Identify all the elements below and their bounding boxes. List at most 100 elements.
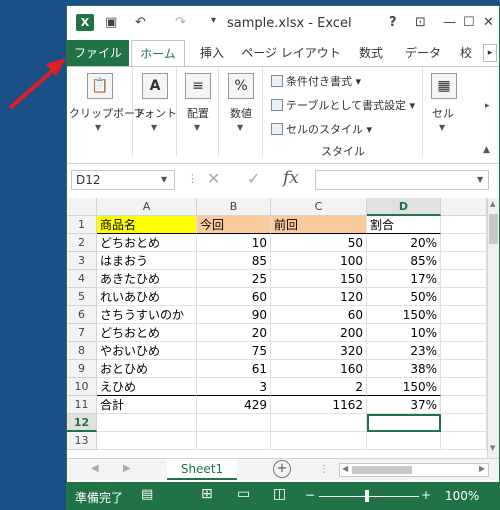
cells-group[interactable]: ▦ セル ▼ (423, 67, 463, 157)
cell[interactable] (197, 414, 271, 432)
redo-icon[interactable]: ↷ (175, 15, 186, 30)
font-group[interactable]: A フォント ▼ (133, 67, 177, 157)
format-as-table-button[interactable]: テーブルとして書式設定 ▾ (271, 97, 415, 113)
tab-insert[interactable]: 挿入 (191, 40, 233, 66)
zoom-out-button[interactable]: − (305, 488, 315, 502)
row-header[interactable]: 13 (67, 432, 97, 450)
h-scroll-thumb[interactable] (352, 466, 412, 474)
column-header[interactable]: A (97, 198, 197, 216)
scroll-thumb[interactable] (489, 214, 498, 244)
add-sheet-icon[interactable]: + (273, 460, 291, 478)
cell[interactable]: 160 (271, 360, 367, 378)
cell[interactable] (367, 432, 441, 450)
cell[interactable]: 85 (197, 252, 271, 270)
clipboard-group[interactable]: 📋 クリップボード ▼ (67, 67, 146, 157)
row-header[interactable]: 3 (67, 252, 97, 270)
ribbon-scroll-right-icon[interactable]: ▸ (485, 101, 490, 111)
column-header[interactable]: C (271, 198, 367, 216)
scroll-up-icon[interactable]: ▲ (490, 200, 495, 208)
zoom-in-button[interactable]: + (421, 488, 431, 502)
sheet-bar-split-icon[interactable]: ⋮ (319, 464, 329, 475)
conditional-format-button[interactable]: 条件付き書式 ▾ (271, 73, 361, 89)
tab-data[interactable]: データ (399, 40, 447, 66)
horizontal-scrollbar[interactable]: ◀ ▶ (339, 463, 489, 477)
cell[interactable] (441, 432, 487, 450)
customize-qat-icon[interactable]: ▾ (211, 15, 216, 26)
cell[interactable]: 150 (271, 270, 367, 288)
row-header[interactable]: 5 (67, 288, 97, 306)
cell[interactable]: 2 (271, 378, 367, 396)
cell[interactable] (97, 414, 197, 432)
tab-formulas[interactable]: 数式 (347, 40, 395, 66)
row-header[interactable]: 2 (67, 234, 97, 252)
row-header[interactable]: 12 (67, 414, 97, 432)
tab-scroll-right-icon[interactable]: ▸ (483, 44, 497, 62)
cell[interactable]: 85% (367, 252, 441, 270)
zoom-level[interactable]: 100% (445, 489, 479, 503)
cell[interactable]: 60 (197, 288, 271, 306)
enter-icon[interactable]: ✓ (247, 169, 260, 188)
cell[interactable]: 20% (367, 234, 441, 252)
cell[interactable]: 150% (367, 306, 441, 324)
cell[interactable]: 37% (367, 396, 441, 414)
cell[interactable] (441, 270, 487, 288)
cell[interactable]: 20 (197, 324, 271, 342)
row-header[interactable]: 6 (67, 306, 97, 324)
maximize-button[interactable]: ☐ (463, 15, 475, 30)
macro-record-icon[interactable]: ▤ (141, 487, 153, 502)
cell-styles-button[interactable]: セルのスタイル ▾ (271, 121, 372, 137)
cell[interactable]: 前回 (271, 216, 367, 234)
select-all-corner[interactable] (67, 198, 97, 216)
cell[interactable]: 90 (197, 306, 271, 324)
cell[interactable] (441, 234, 487, 252)
cell[interactable] (441, 288, 487, 306)
cell[interactable] (441, 324, 487, 342)
cancel-icon[interactable]: ✕ (207, 169, 220, 188)
cell[interactable]: 23% (367, 342, 441, 360)
cell[interactable] (441, 216, 487, 234)
tab-home[interactable]: ホーム (131, 40, 185, 67)
cell[interactable]: 320 (271, 342, 367, 360)
row-header[interactable]: 7 (67, 324, 97, 342)
cell[interactable] (271, 432, 367, 450)
cell[interactable]: 10% (367, 324, 441, 342)
normal-view-icon[interactable]: ⊞ (201, 486, 213, 502)
cell[interactable]: 100 (271, 252, 367, 270)
tab-file[interactable]: ファイル (67, 40, 129, 66)
cell[interactable]: 75 (197, 342, 271, 360)
row-header[interactable]: 9 (67, 360, 97, 378)
cell[interactable] (441, 396, 487, 414)
cell[interactable]: 今回 (197, 216, 271, 234)
cell[interactable]: やおいひめ (97, 342, 197, 360)
scroll-right-icon[interactable]: ▶ (479, 464, 485, 473)
cell[interactable] (271, 414, 367, 432)
row-header[interactable]: 8 (67, 342, 97, 360)
tab-page-layout[interactable]: ページ レイアウト (237, 40, 345, 66)
cell[interactable] (441, 342, 487, 360)
page-break-view-icon[interactable]: ◫ (273, 486, 286, 502)
next-sheet-icon[interactable]: ▶ (123, 463, 131, 474)
cell[interactable] (441, 378, 487, 396)
ribbon-display-options-icon[interactable]: ⊡ (415, 15, 426, 30)
cell[interactable]: えひめ (97, 378, 197, 396)
scroll-down-icon[interactable]: ▼ (490, 444, 495, 452)
column-header[interactable]: B (197, 198, 271, 216)
page-layout-view-icon[interactable]: ▭ (237, 486, 250, 502)
cell[interactable]: あきたひめ (97, 270, 197, 288)
minimize-button[interactable]: — (443, 15, 456, 30)
column-header-blank[interactable] (441, 198, 487, 216)
column-header[interactable]: D (367, 198, 441, 216)
cell[interactable]: 1162 (271, 396, 367, 414)
cell[interactable]: 商品名 (97, 216, 197, 234)
cell[interactable] (441, 414, 487, 432)
number-group[interactable]: % 数値 ▼ (219, 67, 263, 157)
cell[interactable]: 120 (271, 288, 367, 306)
tab-review[interactable]: 校 (451, 40, 481, 66)
cell[interactable]: 3 (197, 378, 271, 396)
cell[interactable]: 200 (271, 324, 367, 342)
cell[interactable]: 10 (197, 234, 271, 252)
cell[interactable] (441, 252, 487, 270)
scroll-left-icon[interactable]: ◀ (342, 464, 348, 473)
cell[interactable]: さちうすいのか (97, 306, 197, 324)
cell[interactable]: 50 (271, 234, 367, 252)
